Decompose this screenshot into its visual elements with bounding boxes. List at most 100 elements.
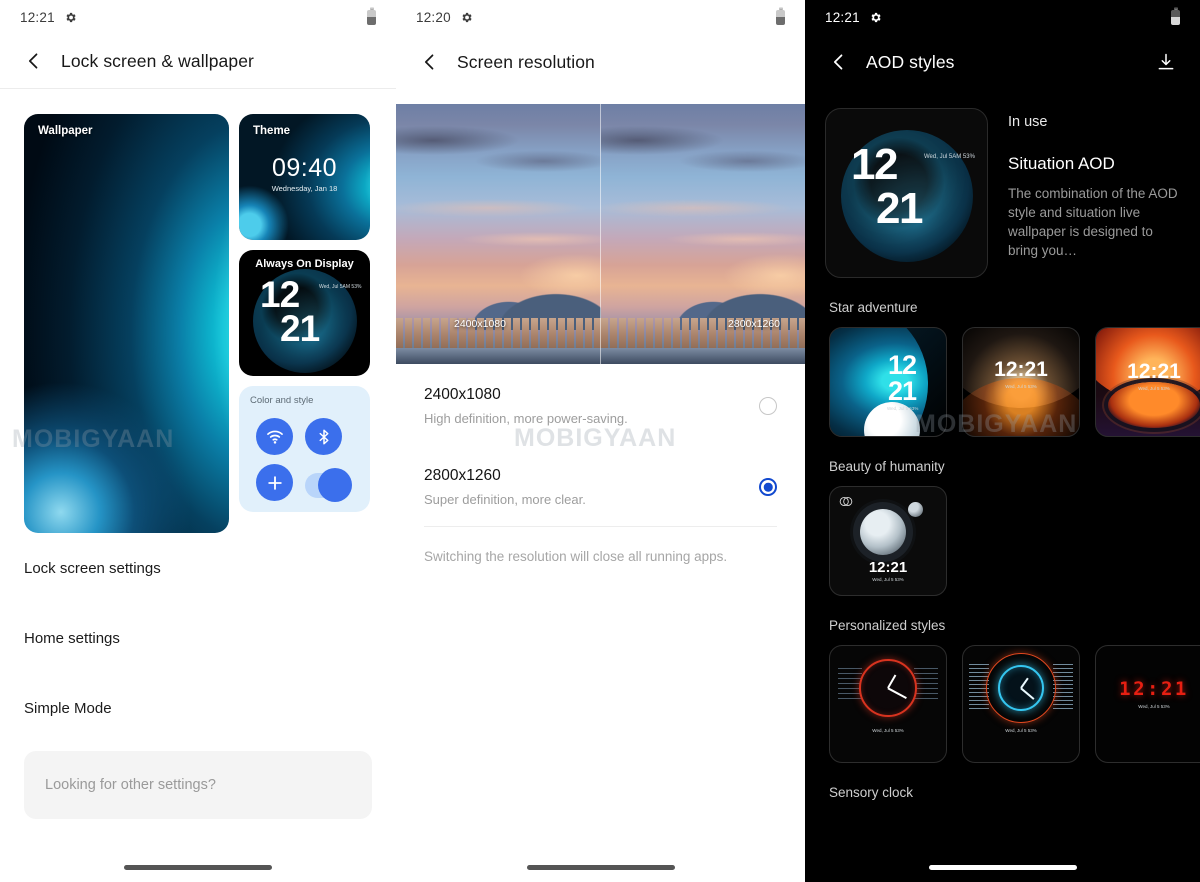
in-use-label: In use	[1008, 114, 1048, 130]
thumb-time: 12:21	[1119, 678, 1189, 700]
battery-icon	[1171, 7, 1180, 25]
thumb-meta: Wed, Jul 5 53%	[1005, 384, 1037, 389]
thumb-meta: Wed, Jul 5 53%	[1005, 728, 1037, 733]
search-input[interactable]: Looking for other settings?	[24, 751, 372, 819]
arcs-right-graphic	[1053, 664, 1073, 710]
hud-right-graphic	[914, 668, 938, 702]
thumb-time: 12:21	[868, 559, 908, 576]
color-and-style-card[interactable]: Color and style	[239, 386, 370, 512]
analog-clock-graphic	[998, 665, 1044, 711]
thumb-meta: Wed, Jul 5 53%	[872, 728, 904, 733]
aod-preview-card[interactable]: Always On Display 12 21 Wed, Jul 5AM 53%	[239, 250, 370, 376]
status-bar: 12:21	[805, 0, 1200, 34]
resolution-preview-left[interactable]: 2400x1080	[396, 104, 601, 364]
aod-card-hours: 12	[260, 274, 300, 315]
app-bar: Screen resolution	[396, 34, 805, 90]
bluetooth-icon	[305, 418, 342, 455]
aod-thumb-star-2[interactable]: 12:21 Wed, Jul 5 53%	[962, 327, 1080, 437]
thumb-minutes: 21	[888, 376, 917, 406]
minute-hand	[887, 687, 907, 699]
in-use-section: 12 21 Wed, Jul 5AM 53% In use Situation …	[805, 90, 1200, 278]
page-title: AOD styles	[866, 51, 955, 72]
status-bar-clock: 12:21	[20, 9, 55, 25]
aod-card-minutes: 21	[280, 308, 320, 349]
theme-card-date: Wednesday, Jan 18	[271, 184, 338, 193]
battery-icon	[367, 7, 376, 25]
option-title: 2400x1080	[424, 386, 501, 403]
option-row-2800x1260[interactable]: 2800x1260 Super definition, more clear.	[424, 445, 777, 526]
aod-thumb-star-1[interactable]: 12 21 Wed, Jul 5 53%	[829, 327, 947, 437]
list-item-label: Home settings	[24, 629, 120, 647]
aod-thumb-personalized-1[interactable]: Wed, Jul 5 53%	[829, 645, 947, 763]
list-item-simple-mode[interactable]: Simple Mode	[24, 673, 372, 743]
back-chevron-icon[interactable]	[24, 51, 44, 71]
status-bar-clock: 12:20	[416, 9, 451, 25]
in-use-preview-card[interactable]: 12 21 Wed, Jul 5AM 53%	[825, 108, 988, 278]
radio-button-2800x1260[interactable]	[759, 478, 777, 496]
aod-thumb-personalized-3[interactable]: 12:21 Wed, Jul 5 53%	[1095, 645, 1200, 763]
list-item-home-settings[interactable]: Home settings	[24, 603, 372, 673]
back-chevron-icon[interactable]	[420, 52, 440, 72]
resolution-preview: 2400x1080 2800x1260	[396, 104, 805, 364]
back-chevron-icon[interactable]	[829, 52, 849, 72]
three-phone-screenshots: 12:21 Lock screen & wallpaper Wallpaper …	[0, 0, 1200, 882]
list-item-label: Simple Mode	[24, 699, 112, 717]
thumb-meta: Wed, Jul 5 53%	[1138, 704, 1170, 709]
aod-card-label: Always On Display	[255, 258, 354, 270]
theme-preview-card[interactable]: Theme 09:40 Wednesday, Jan 18	[239, 114, 370, 240]
panel-screen-resolution: 12:20 Screen resolution 2400x1080 2800x1…	[396, 0, 805, 882]
in-use-minutes: 21	[876, 184, 923, 233]
theme-card-clock: 09:40	[271, 154, 338, 182]
option-row-2400x1080[interactable]: 2400x1080 High definition, more power-sa…	[424, 364, 777, 445]
water-graphic	[600, 348, 805, 364]
download-icon[interactable]	[1156, 52, 1176, 72]
resolution-tag-left: 2400x1080	[454, 318, 506, 330]
wallpaper-card-label: Wallpaper	[38, 125, 93, 137]
in-use-meta: Wed, Jul 5AM 53%	[924, 154, 975, 160]
wifi-icon	[256, 418, 293, 455]
color-style-card-label: Color and style	[250, 395, 314, 406]
eclipse-icon	[839, 496, 853, 507]
wallpaper-preview-card[interactable]: Wallpaper	[24, 114, 229, 533]
section-title-beauty-of-humanity: Beauty of humanity	[829, 459, 945, 474]
status-bar-clock: 12:21	[825, 9, 860, 25]
thumb-meta: Wed, Jul 5 53%	[1138, 386, 1170, 391]
aod-thumb-personalized-2[interactable]: Wed, Jul 5 53%	[962, 645, 1080, 763]
plus-icon	[256, 464, 293, 501]
resolution-preview-right[interactable]: 2800x1260	[600, 104, 805, 364]
status-bar: 12:21	[0, 0, 396, 34]
app-bar: AOD styles	[805, 34, 1200, 90]
gear-icon	[871, 12, 881, 22]
settings-list: Lock screen settings Home settings Simpl…	[0, 533, 396, 743]
panel-lock-screen-wallpaper: 12:21 Lock screen & wallpaper Wallpaper …	[0, 0, 396, 882]
thumb-row-beauty-of-humanity: 12:21 Wed, Jul 5 53%	[805, 486, 1200, 596]
home-indicator	[124, 865, 272, 870]
resolution-options-list: 2400x1080 High definition, more power-sa…	[396, 364, 805, 527]
home-indicator	[526, 865, 675, 870]
panel-aod-styles: 12:21 AOD styles 12 21 Wed, Jul 5AM 53% …	[805, 0, 1200, 882]
option-subtitle: Super definition, more clear.	[424, 492, 586, 507]
toggle-switch	[305, 468, 352, 502]
moon-graphic	[860, 509, 906, 555]
aod-thumb-beauty-1[interactable]: 12:21 Wed, Jul 5 53%	[829, 486, 947, 596]
in-use-hours: 12	[851, 140, 898, 189]
aod-card-meta: Wed, Jul 5AM 53%	[319, 284, 362, 290]
thumb-time: 12:21	[1127, 360, 1181, 383]
status-bar: 12:20	[396, 0, 805, 34]
search-placeholder: Looking for other settings?	[45, 777, 216, 793]
thumb-row-star-adventure: 12 21 Wed, Jul 5 53% 12:21 Wed, Jul 5 53…	[805, 327, 1200, 437]
thumb-row-personalized-styles: Wed, Jul 5 53% Wed, Jul 5 53% 12:21 Wed,…	[805, 645, 1200, 763]
page-title: Lock screen & wallpaper	[61, 50, 254, 71]
hour-hand	[887, 674, 897, 689]
section-title-star-adventure: Star adventure	[829, 300, 918, 315]
gear-icon	[66, 12, 76, 22]
battery-icon	[776, 7, 785, 25]
list-item-lock-screen-settings[interactable]: Lock screen settings	[24, 533, 372, 603]
radio-button-2400x1080[interactable]	[759, 397, 777, 415]
section-title-personalized-styles: Personalized styles	[829, 618, 946, 633]
theme-card-label: Theme	[253, 125, 291, 137]
aod-thumb-star-3[interactable]: 12:21 Wed, Jul 5 53%	[1095, 327, 1200, 437]
thumb-time: 12:21	[994, 358, 1048, 381]
option-subtitle: High definition, more power-saving.	[424, 411, 628, 426]
analog-clock-graphic	[859, 659, 917, 717]
